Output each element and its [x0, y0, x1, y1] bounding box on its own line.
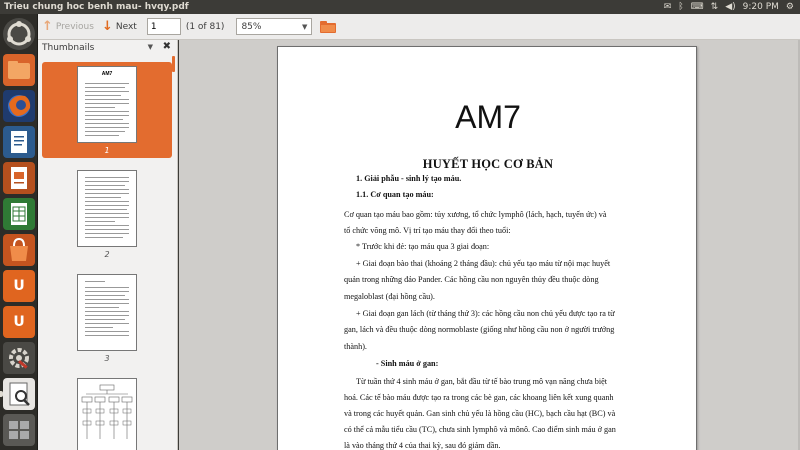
thumbnail-image: [77, 378, 137, 450]
text-line: thành).: [344, 342, 367, 351]
open-folder-icon[interactable]: [320, 20, 337, 33]
thumbnails-sidebar: Thumbnails ▼ ✖ AM7 1 2 3: [38, 40, 178, 450]
top-panel: Trieu chung hoc benh mau- hvqy.pdf ✉ ᛒ ⌨…: [0, 0, 800, 14]
thumbnail-image: [77, 274, 137, 351]
ubuntu-one-music-icon[interactable]: U: [3, 306, 35, 338]
thumbnail-page-2[interactable]: 2: [42, 166, 172, 262]
thumbnail-page-3[interactable]: 3: [42, 270, 172, 366]
text-line: megaloblast (đại hồng cầu).: [344, 292, 435, 301]
impress-icon[interactable]: [3, 162, 35, 194]
launcher: U U: [0, 14, 38, 450]
previous-label: Previous: [55, 21, 94, 32]
text-line: Từ tuần thứ 4 sinh máu ở gan, bắt đầu từ…: [356, 377, 608, 386]
text-line: có thể cả mẫu tiểu cầu (TC), chưa sinh l…: [344, 425, 616, 434]
thumbnail-title: AM7: [101, 71, 113, 77]
sidebar-dropdown-icon[interactable]: ▼: [148, 43, 153, 51]
calc-icon[interactable]: [3, 198, 35, 230]
thumbnail-list: AM7 1 2 3: [38, 56, 177, 450]
text-line: gan, lách và đều thuộc dòng normoblaste …: [344, 325, 615, 334]
window-title: Trieu chung hoc benh mau- hvqy.pdf: [4, 2, 189, 12]
arrow-down-icon: ↓: [101, 19, 113, 34]
workspace-switcher-icon[interactable]: [3, 414, 35, 446]
text-line: * Trước khi đẻ: tạo máu qua 3 giai đoạn:: [356, 242, 490, 251]
document-viewer-icon[interactable]: [3, 378, 35, 410]
next-button[interactable]: ↓ Next: [98, 17, 141, 37]
document-view[interactable]: AM7 HUYẾT HỌC CƠ BẢN 1. Giải phẫu - sinh…: [179, 40, 800, 450]
keyboard-icon[interactable]: ⌨: [691, 0, 704, 14]
viewer-toolbar: ↑ Previous ↓ Next (1 of 81) 85% ▼: [38, 14, 800, 40]
text-line: tổ chức võng mô. Vị trí tạo máu thay đổi…: [344, 226, 511, 235]
page-number-input[interactable]: [146, 18, 181, 35]
text-line: và trong các huyết quản. Gan sinh chủ yế…: [344, 409, 616, 418]
arrow-up-icon: ↑: [42, 19, 53, 34]
zoom-select[interactable]: 85% ▼: [236, 18, 313, 35]
volume-icon[interactable]: ◀): [725, 0, 735, 14]
power-gear-icon[interactable]: ⚙: [786, 0, 794, 14]
text-line: Cơ quan tạo máu bao gồm: tủy xương, tổ c…: [344, 210, 607, 219]
dash-icon[interactable]: [3, 18, 35, 50]
firefox-icon[interactable]: [3, 90, 35, 122]
thumbnail-number: 2: [104, 250, 110, 259]
next-label: Next: [115, 21, 137, 32]
running-indicator: [0, 391, 3, 397]
chevron-down-icon: ▼: [302, 22, 308, 31]
text-line: + Giai đoạn bào thai (khoảng 2 tháng đầu…: [356, 259, 611, 268]
zoom-value: 85%: [241, 21, 262, 32]
thumbnail-image: [77, 170, 137, 247]
thumbnail-image: AM7: [77, 66, 137, 143]
text-line: - Sinh máu ở gan:: [376, 359, 439, 368]
ubuntu-one-music-glyph: U: [13, 314, 25, 330]
text-line: là vào tháng thứ 4 của thai kỳ, sau đó g…: [344, 441, 501, 450]
software-center-icon[interactable]: [3, 234, 35, 266]
ubuntu-one-glyph: U: [13, 278, 25, 294]
thumbnail-number: 3: [104, 354, 110, 363]
close-icon[interactable]: ✖: [163, 41, 171, 52]
mail-icon[interactable]: ✉: [664, 0, 672, 14]
screen: Trieu chung hoc benh mau- hvqy.pdf ✉ ᛒ ⌨…: [0, 0, 800, 450]
system-tray: ✉ ᛒ ⌨ ⇅ ◀) 9:20 PM ⚙: [664, 0, 794, 14]
sidebar-header: Thumbnails ▼ ✖: [38, 40, 177, 56]
thumbnail-diagram: [81, 384, 133, 439]
clock[interactable]: 9:20 PM: [743, 0, 779, 14]
page-count: (1 of 81): [185, 21, 225, 32]
bluetooth-icon[interactable]: ᛒ: [678, 0, 683, 14]
text-line: 1.1. Cơ quan tạo máu:: [356, 190, 434, 199]
thumbnail-number: 1: [104, 146, 110, 155]
text-line: hoá. Các tế bào máu được tạo ra trong cá…: [344, 393, 614, 402]
page-title: AM7: [455, 99, 521, 135]
text-line: 1. Giải phẫu - sinh lý tạo máu.: [356, 174, 462, 183]
system-settings-icon[interactable]: [3, 342, 35, 374]
sidebar-title[interactable]: Thumbnails: [42, 43, 94, 53]
thumbnail-page-1[interactable]: AM7 1: [42, 62, 172, 158]
ubuntu-one-icon[interactable]: U: [3, 270, 35, 302]
text-line: quản trong những đảo Pander. Các hồng cầ…: [344, 275, 599, 284]
home-folder-icon[interactable]: [3, 54, 35, 86]
network-icon[interactable]: ⇅: [711, 0, 719, 14]
document-page: AM7 HUYẾT HỌC CƠ BẢN 1. Giải phẫu - sinh…: [277, 46, 697, 450]
text-line: + Giai đoạn gan lách (từ tháng thứ 3): c…: [356, 309, 615, 318]
document-heading: HUYẾT HỌC CƠ BẢN: [422, 157, 554, 171]
thumbnail-page-4[interactable]: [42, 374, 172, 450]
previous-button[interactable]: ↑ Previous: [38, 17, 98, 37]
writer-icon[interactable]: [3, 126, 35, 158]
